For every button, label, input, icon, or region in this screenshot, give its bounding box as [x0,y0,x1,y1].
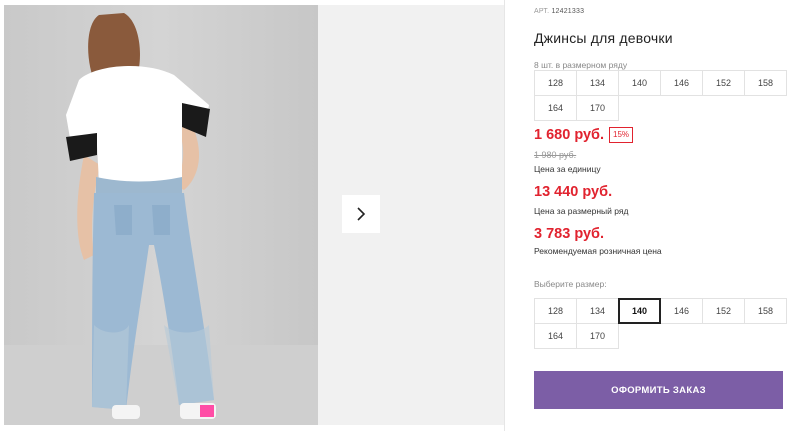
unit-price-row: 1 680 руб. 15% [534,127,634,143]
size-picker-grid: 128 134 140 146 152 158 164 170 [534,298,788,349]
rrp-price: 3 783 руб. [534,226,605,242]
photo-girl-in-jeans [4,13,318,425]
article-number: АРТ. 12421333 [534,8,584,15]
pack-size-cell: 152 [702,70,745,96]
order-button[interactable]: ОФОРМИТЬ ЗАКАЗ [534,371,783,409]
unit-price: 1 680 руб. [534,127,605,143]
pack-price-label: Цена за размерный ряд [534,206,629,216]
size-picker-label: Выберите размер: [534,279,607,289]
size-option-146[interactable]: 146 [660,298,703,324]
gallery-next-button[interactable] [342,195,380,233]
pack-price: 13 440 руб. [534,184,613,200]
pack-size-cell: 134 [576,70,619,96]
pack-sizes-grid: 128 134 140 146 152 158 164 170 [534,70,788,121]
size-option-128[interactable]: 128 [534,298,577,324]
pack-size-cell: 140 [618,70,661,96]
product-title: Джинсы для девочки [534,30,673,46]
size-option-170[interactable]: 170 [576,323,619,349]
size-option-140[interactable]: 140 [618,298,661,324]
pack-size-cell: 170 [576,95,619,121]
size-option-164[interactable]: 164 [534,323,577,349]
unit-price-label: Цена за единицу [534,164,601,174]
discount-badge: 15% [609,127,634,143]
article-value: 12421333 [551,8,585,15]
old-price: 1 980 руб. [534,150,577,160]
size-option-134[interactable]: 134 [576,298,619,324]
pack-size-cell: 128 [534,70,577,96]
size-option-152[interactable]: 152 [702,298,745,324]
product-page: АРТ. 12421333 Джинсы для девочки 8 шт. в… [0,0,800,431]
product-photo[interactable] [4,5,318,425]
rrp-price-label: Рекомендуемая розничная цена [534,246,662,256]
pack-size-cell: 146 [660,70,703,96]
chevron-right-icon [357,207,366,221]
product-gallery [0,0,505,431]
pack-note: 8 шт. в размерном ряду [534,60,628,70]
pack-size-cell: 164 [534,95,577,121]
size-option-158[interactable]: 158 [744,298,787,324]
article-label: АРТ. [534,8,550,15]
pack-size-cell: 158 [744,70,787,96]
